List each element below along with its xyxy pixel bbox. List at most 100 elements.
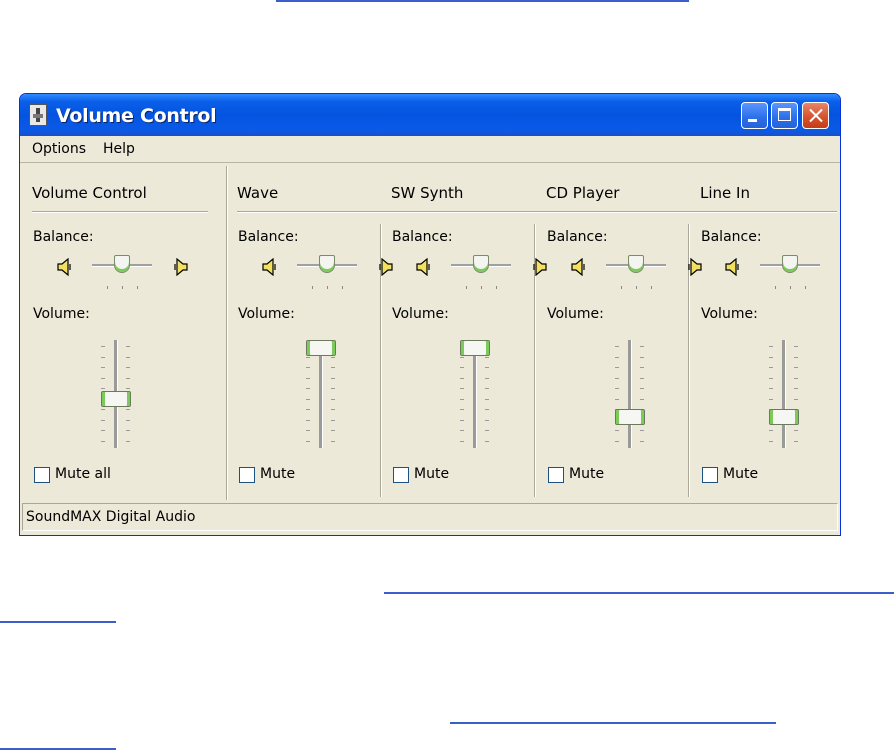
volume-tick	[794, 388, 798, 389]
volume-label: Volume:	[392, 306, 449, 322]
volume-tick	[769, 356, 773, 358]
volume-tick	[485, 398, 489, 400]
volume-tick	[306, 398, 310, 400]
balance-tick	[496, 286, 497, 289]
volume-tick	[794, 398, 798, 400]
status-text: SoundMAX Digital Audio	[26, 509, 196, 525]
volume-slider-thumb[interactable]	[306, 340, 336, 356]
page-link-top[interactable]	[276, 0, 689, 2]
volume-tick	[615, 377, 619, 379]
volume-slider-thumb[interactable]	[101, 390, 131, 407]
mute-checkbox[interactable]	[393, 467, 409, 483]
volume-track[interactable]	[628, 340, 632, 448]
volume-tick	[769, 440, 773, 442]
mute-label[interactable]: Mute	[260, 466, 295, 482]
mute-label[interactable]: Mute	[414, 466, 449, 482]
speaker-right-icon	[686, 258, 702, 276]
menu-options[interactable]: Options	[32, 141, 86, 157]
menu-help[interactable]: Help	[103, 141, 135, 157]
volume-tick	[101, 346, 105, 347]
volume-tick	[485, 430, 489, 431]
volume-tick	[126, 367, 130, 368]
volume-tick	[331, 419, 335, 421]
volume-tick	[485, 377, 489, 379]
volume-slider-thumb[interactable]	[460, 340, 490, 356]
mute-checkbox[interactable]	[34, 467, 50, 483]
volume-slider-thumb[interactable]	[615, 409, 645, 425]
volume-track[interactable]	[319, 340, 323, 448]
volume-tick	[460, 388, 464, 389]
volume-tick	[101, 388, 105, 389]
balance-tick	[466, 286, 467, 289]
balance-slider-thumb[interactable]	[319, 255, 335, 273]
volume-tick	[306, 409, 310, 410]
minimize-button[interactable]	[741, 102, 768, 129]
column-separator-main	[226, 166, 228, 500]
volume-tick	[306, 356, 310, 358]
mute-checkbox[interactable]	[702, 467, 718, 483]
mute-checkbox[interactable]	[239, 467, 255, 483]
balance-slider-thumb[interactable]	[473, 255, 489, 273]
volume-tick	[769, 367, 773, 368]
volume-tick	[126, 346, 130, 347]
speaker-left-icon	[571, 258, 587, 276]
volume-tick	[126, 430, 130, 431]
volume-tick	[460, 409, 464, 410]
volume-tick	[615, 346, 619, 347]
volume-tick	[640, 377, 644, 379]
volume-tick	[794, 356, 798, 358]
volume-tick	[306, 388, 310, 389]
volume-tick	[640, 398, 644, 400]
balance-tick	[342, 286, 343, 289]
maximize-button[interactable]	[771, 102, 798, 129]
page-link-middle-cont[interactable]	[0, 621, 116, 623]
volume-tick	[769, 346, 773, 347]
volume-tick	[485, 388, 489, 389]
balance-slider-thumb[interactable]	[114, 255, 130, 273]
mute-label[interactable]: Mute	[723, 466, 758, 482]
page-link-middle[interactable]	[384, 592, 894, 594]
volume-track[interactable]	[473, 340, 477, 448]
page-link-bottom-cont[interactable]	[0, 748, 116, 750]
page-link-bottom[interactable]	[450, 722, 776, 724]
volume-tick	[460, 440, 464, 442]
header-separator-channels	[237, 211, 837, 213]
volume-label: Volume:	[238, 306, 295, 322]
close-button[interactable]	[802, 102, 829, 129]
volume-tick	[640, 346, 644, 347]
speaker-left-icon	[57, 258, 73, 276]
volume-tick	[769, 377, 773, 379]
balance-tick	[651, 286, 652, 289]
volume-track[interactable]	[782, 340, 786, 448]
mute-checkbox[interactable]	[548, 467, 564, 483]
balance-tick	[805, 286, 806, 289]
volume-tick	[794, 440, 798, 442]
volume-tick	[794, 377, 798, 379]
mute-label[interactable]: Mute all	[55, 466, 111, 482]
volume-label: Volume:	[547, 306, 604, 322]
balance-slider-thumb[interactable]	[628, 255, 644, 273]
balance-slider-thumb[interactable]	[782, 255, 798, 273]
speaker-left-icon	[416, 258, 432, 276]
volume-tick	[615, 356, 619, 358]
volume-tick	[306, 419, 310, 421]
volume-tick	[460, 356, 464, 358]
channel-title-sw-synth: SW Synth	[391, 184, 464, 202]
volume-tick	[640, 367, 644, 368]
volume-slider-thumb[interactable]	[769, 409, 799, 425]
mute-label[interactable]: Mute	[569, 466, 604, 482]
channel-title-wave: Wave	[237, 184, 279, 202]
balance-tick	[122, 286, 123, 289]
volume-tick	[640, 356, 644, 358]
channel-title-line-in: Line In	[700, 184, 750, 202]
volume-label: Volume:	[33, 306, 90, 322]
volume-tick	[769, 430, 773, 431]
app-icon[interactable]	[29, 104, 47, 126]
volume-tick	[331, 440, 335, 442]
volume-tick	[331, 377, 335, 379]
balance-tick	[327, 286, 328, 289]
title-bar[interactable]: Volume Control	[20, 94, 840, 136]
balance-tick	[137, 286, 138, 289]
volume-tick	[101, 377, 105, 379]
header-separator-main	[32, 211, 208, 213]
